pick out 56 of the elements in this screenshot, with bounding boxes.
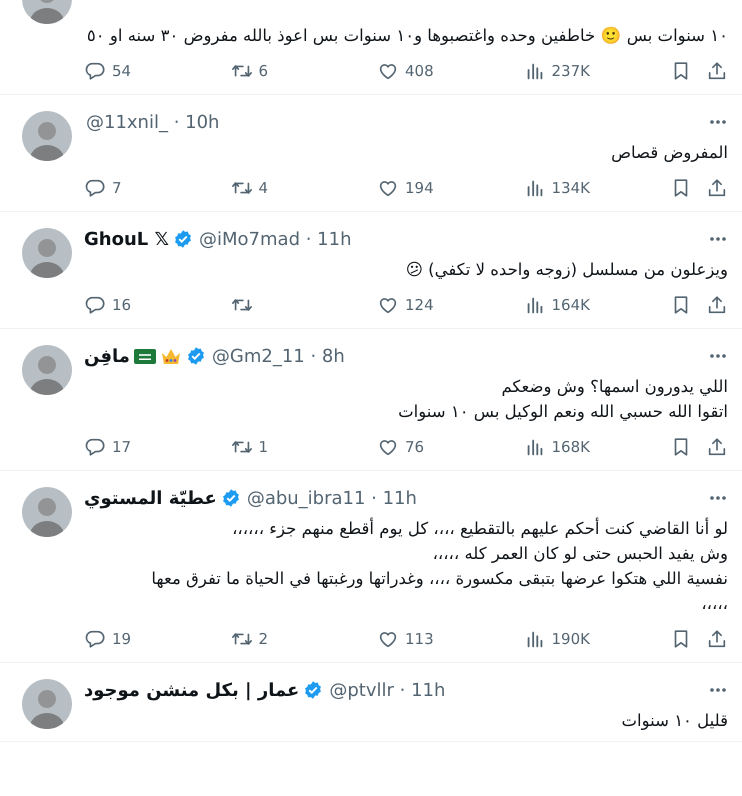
reply-icon[interactable]	[84, 628, 106, 650]
handle-and-time[interactable]: @11xnil_ · 10h	[86, 112, 220, 132]
crown-icon	[160, 347, 182, 365]
post-text: المفروض قصاص	[610, 142, 728, 164]
likes-count: 194	[405, 179, 434, 197]
post-text: لو أنا القاضي كنت أحكم عليهم بالتقطيع ،،،، كل يوم أقطع منهم جزء ،،،،،، وش يفيد الحبس حتى لو كان العمر كله ،،،،، نفسية اللي هتكوا عرضها بتبقى مكسورة ،،،، وغدراتها ورغبتها في الحياة ما تفرق معها ،،،،،	[150, 516, 728, 615]
views-count: 190K	[552, 630, 590, 648]
views-count: 237K	[552, 62, 590, 80]
flag-icon	[134, 348, 156, 364]
handle-and-time[interactable]: @Gm2_11 · 8h	[212, 346, 345, 366]
reposts-count: 4	[258, 179, 268, 197]
post-text: ١٠ سنوات بس 🙂 خاطفين وحده واغتصبوها و١٠ سنوات بس اعوذ بالله مفروض ٣٠ سنه او ٥٠	[86, 25, 728, 47]
replies-count: 17	[112, 438, 132, 456]
avatar[interactable]	[22, 345, 72, 395]
post-text: قليل ١٠ سنوات	[620, 710, 728, 732]
likes-count: 408	[405, 62, 434, 80]
more-icon[interactable]	[708, 236, 728, 242]
post-text: ويزعلون من مسلسل (زوجه واحده لا تكفي) 😕	[404, 259, 728, 281]
reposts-count: 1	[258, 438, 268, 456]
reply-icon[interactable]	[84, 177, 106, 199]
likes-count: 76	[405, 438, 424, 456]
replies-count: 19	[112, 630, 132, 648]
views-count: 164K	[552, 296, 590, 314]
display-name[interactable]: عطيّة المستوي	[84, 488, 217, 508]
handle-and-time[interactable]: @ptvllr · 11h	[329, 680, 446, 700]
more-icon[interactable]	[708, 353, 728, 359]
handle-and-time[interactable]: @abu_ibra11 · 11h	[246, 488, 417, 508]
share-icon[interactable]	[706, 294, 728, 316]
replies-count: 16	[112, 296, 132, 314]
display-name[interactable]: GhouL 𝕏	[84, 228, 170, 250]
avatar[interactable]	[22, 111, 72, 161]
reposts-count: 6	[258, 62, 268, 80]
replies-count: 54	[112, 62, 132, 80]
display-name[interactable]: مافِن	[84, 346, 130, 366]
share-icon[interactable]	[706, 60, 728, 82]
replies-count: 7	[112, 179, 122, 197]
share-icon[interactable]	[706, 436, 728, 458]
views-count: 134K	[552, 179, 590, 197]
more-icon[interactable]	[708, 495, 728, 501]
avatar[interactable]	[22, 487, 72, 537]
display-name[interactable]: عمار | بكل منشن موجود	[84, 680, 300, 700]
views-count: 168K	[552, 438, 590, 456]
reply-icon[interactable]	[84, 294, 106, 316]
share-icon[interactable]	[706, 177, 728, 199]
share-icon[interactable]	[706, 628, 728, 650]
more-icon[interactable]	[708, 687, 728, 693]
handle-and-time[interactable]: @iMo7mad · 11h	[199, 228, 352, 250]
reposts-count: 2	[258, 630, 268, 648]
more-icon[interactable]	[708, 119, 728, 125]
reply-icon[interactable]	[84, 436, 106, 458]
avatar[interactable]	[22, 679, 72, 729]
post-text: اللي يدورون اسمها؟ وش وضعكم اتقوا الله حسبي الله ونعم الوكيل بس ١٠ سنوات	[397, 376, 728, 423]
likes-count: 113	[405, 630, 434, 648]
avatar[interactable]	[22, 228, 72, 278]
likes-count: 124	[405, 296, 434, 314]
reply-icon[interactable]	[84, 60, 106, 82]
